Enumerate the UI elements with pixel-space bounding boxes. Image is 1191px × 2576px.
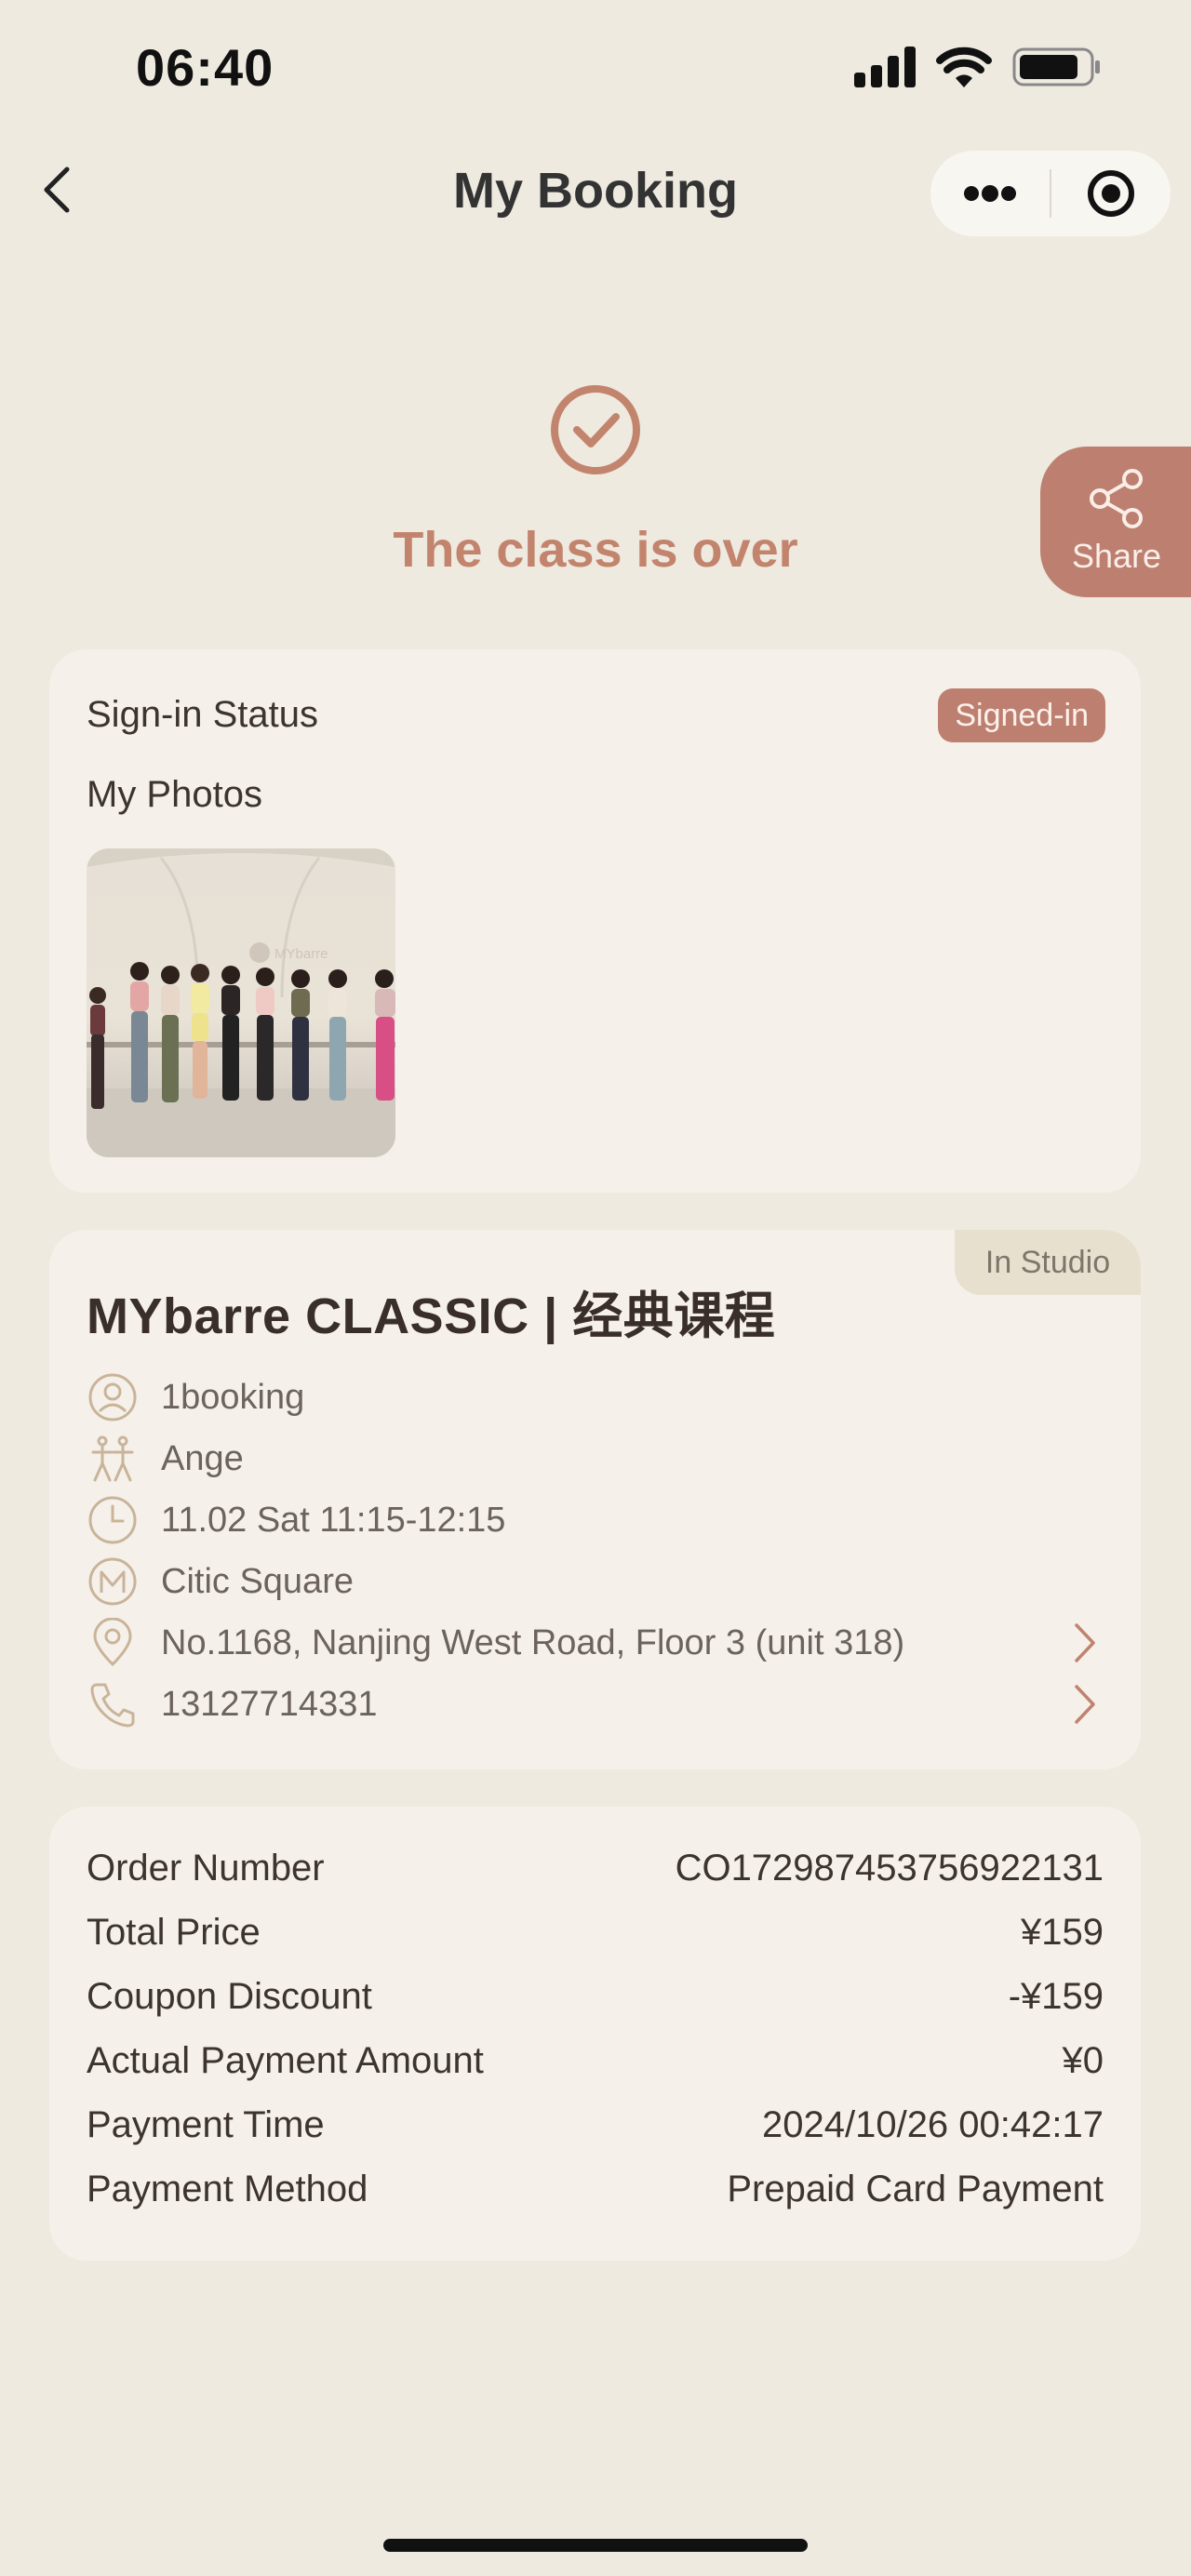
mini-program-capsule: [930, 151, 1171, 236]
signal-icon: [854, 47, 916, 92]
coupon-discount-row: Coupon Discount -¥159: [87, 1976, 1104, 2018]
time-text: 11.02 Sat 11:15-12:15: [161, 1500, 506, 1540]
status-time: 06:40: [136, 38, 274, 97]
order-number-row: Order Number CO172987453756922131: [87, 1848, 1104, 1889]
total-price-row: Total Price ¥159: [87, 1912, 1104, 1954]
studio-row: Citic Square: [87, 1554, 1104, 1609]
payment-time-row: Payment Time 2024/10/26 00:42:17: [87, 2104, 1104, 2146]
order-number-value: CO172987453756922131: [675, 1848, 1104, 1889]
check-circle-icon: [549, 383, 642, 476]
total-price-value: ¥159: [1021, 1912, 1104, 1953]
coupon-discount-value: -¥159: [1008, 1976, 1104, 2017]
photo-watermark: MYbarre: [274, 946, 328, 962]
signin-status-label: Sign-in Status: [87, 694, 319, 735]
payment-time-value: 2024/10/26 00:42:17: [761, 2104, 1104, 2145]
studio-text: Citic Square: [161, 1561, 354, 1601]
actual-payment-value: ¥0: [1062, 2040, 1104, 2081]
more-button[interactable]: [930, 151, 1050, 236]
share-icon: [1090, 469, 1143, 528]
payment-time-label: Payment Time: [87, 2104, 325, 2145]
user-icon: [87, 1371, 139, 1423]
booking-page: 06:40 My Booking The class is over Share…: [0, 0, 1191, 2576]
address-row[interactable]: No.1168, Nanjing West Road, Floor 3 (uni…: [87, 1615, 1104, 1671]
chevron-right-icon: [1066, 1617, 1104, 1669]
battery-icon: [1012, 47, 1102, 92]
class-mode-tag: In Studio: [955, 1230, 1141, 1295]
instructor-text: Ange: [161, 1438, 244, 1478]
status-icons: [854, 47, 1102, 92]
class-title: MYbarre CLASSIC | 经典课程: [87, 1288, 776, 1344]
coupon-discount-label: Coupon Discount: [87, 1976, 372, 2017]
my-photos-label: My Photos: [87, 774, 262, 815]
time-row: 11.02 Sat 11:15-12:15: [87, 1492, 1104, 1548]
actual-payment-label: Actual Payment Amount: [87, 2040, 484, 2081]
close-mini-program-button[interactable]: [1051, 151, 1171, 236]
studio-logo-icon: [87, 1555, 139, 1608]
signin-card: Sign-in Status Signed-in My Photos MYbar…: [49, 649, 1141, 1193]
payment-method-value: Prepaid Card Payment: [727, 2169, 1104, 2209]
booking-text: 1booking: [161, 1377, 305, 1417]
chevron-right-icon: [1066, 1678, 1104, 1730]
actual-payment-row: Actual Payment Amount ¥0: [87, 2040, 1104, 2082]
dancer-icon: [87, 1433, 139, 1485]
signin-status-badge: Signed-in: [938, 688, 1105, 742]
payment-method-row: Payment Method Prepaid Card Payment: [87, 2169, 1104, 2210]
home-indicator: [383, 2539, 808, 2552]
share-label: Share: [1071, 537, 1162, 575]
phone-icon: [87, 1678, 139, 1730]
share-button[interactable]: Share: [1040, 447, 1191, 597]
class-status-message: The class is over: [393, 522, 798, 578]
phone-text: 13127714331: [161, 1684, 378, 1724]
payment-card: Order Number CO172987453756922131 Total …: [49, 1807, 1141, 2261]
location-pin-icon: [87, 1617, 139, 1669]
phone-row[interactable]: 13127714331: [87, 1676, 1104, 1732]
booking-row: 1booking: [87, 1369, 1104, 1425]
more-dots-icon: [964, 185, 1016, 202]
address-text: No.1168, Nanjing West Road, Floor 3 (uni…: [161, 1622, 905, 1662]
class-photo-thumbnail[interactable]: MYbarre: [87, 848, 395, 1157]
class-info-card: In Studio MYbarre CLASSIC | 经典课程 1bookin…: [49, 1230, 1141, 1769]
wifi-icon: [936, 47, 992, 92]
payment-method-label: Payment Method: [87, 2169, 368, 2209]
record-target-icon: [1088, 170, 1134, 217]
order-number-label: Order Number: [87, 1848, 325, 1889]
total-price-label: Total Price: [87, 1912, 261, 1953]
instructor-row: Ange: [87, 1431, 1104, 1487]
clock-icon: [87, 1494, 139, 1546]
